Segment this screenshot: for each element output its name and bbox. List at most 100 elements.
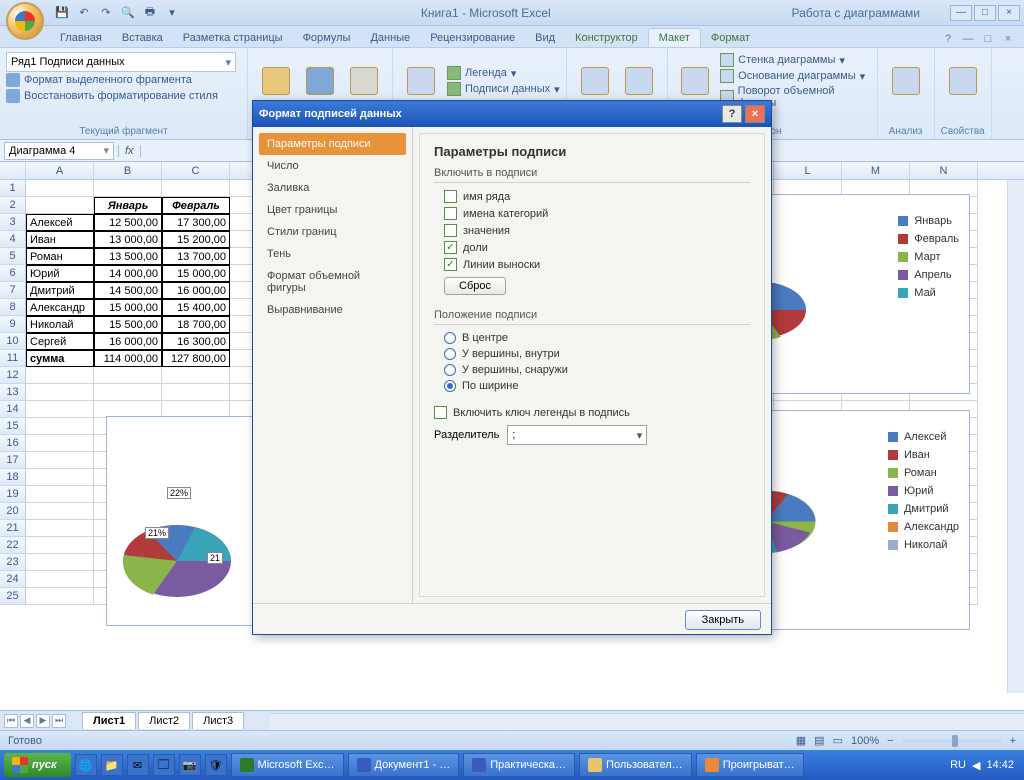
cell[interactable]: 15 500,00 xyxy=(94,316,162,333)
redo-icon[interactable]: ↷ xyxy=(98,5,114,21)
sheet-nav-next-icon[interactable]: ▶ xyxy=(36,714,50,728)
cell[interactable] xyxy=(26,180,94,197)
dialog-help-icon[interactable]: ? xyxy=(722,105,742,123)
cell[interactable]: 15 200,00 xyxy=(162,231,230,248)
print-preview-icon[interactable]: 🔍 xyxy=(120,5,136,21)
undo-icon[interactable]: ↶ xyxy=(76,5,92,21)
minimize-button[interactable]: — xyxy=(950,5,972,21)
nav-item-fill[interactable]: Заливка xyxy=(259,177,406,199)
cell[interactable]: 15 400,00 xyxy=(162,299,230,316)
row-header[interactable]: 14 xyxy=(0,401,26,418)
legend-item[interactable]: Дмитрий xyxy=(888,503,959,515)
cell[interactable]: 13 000,00 xyxy=(94,231,162,248)
col-header[interactable]: B xyxy=(94,162,162,179)
print-icon[interactable]: 🖶 xyxy=(142,5,158,21)
doc-close-icon[interactable]: × xyxy=(1000,31,1016,47)
sheet-tab[interactable]: Лист3 xyxy=(192,712,244,729)
legend-item[interactable]: Николай xyxy=(888,539,959,551)
tab-design[interactable]: Конструктор xyxy=(565,29,648,47)
row-header[interactable]: 11 xyxy=(0,350,26,367)
cell[interactable]: сумма xyxy=(26,350,94,367)
tray-icon[interactable]: ◀ xyxy=(972,759,980,772)
row-header[interactable]: 9 xyxy=(0,316,26,333)
cell[interactable]: 13 700,00 xyxy=(162,248,230,265)
cell[interactable]: Сергей xyxy=(26,333,94,350)
cell[interactable] xyxy=(94,384,162,401)
legend-button[interactable]: Легенда ▾ xyxy=(447,65,560,81)
chart-floor-button[interactable]: Основание диаграммы ▾ xyxy=(720,68,870,84)
legend-item[interactable]: Май xyxy=(898,287,959,299)
tab-review[interactable]: Рецензирование xyxy=(420,29,525,47)
radio[interactable] xyxy=(444,364,456,376)
cell[interactable]: 15 000,00 xyxy=(162,265,230,282)
legend-item[interactable]: Юрий xyxy=(888,485,959,497)
checkbox[interactable] xyxy=(444,207,457,220)
nav-item-alignment[interactable]: Выравнивание xyxy=(259,299,406,321)
view-layout-icon[interactable]: ▤ xyxy=(814,734,824,747)
reset-button[interactable]: Сброс xyxy=(444,277,506,295)
cell[interactable]: Иван xyxy=(26,231,94,248)
row-header[interactable]: 17 xyxy=(0,452,26,469)
lang-indicator[interactable]: RU xyxy=(950,759,966,771)
row-header[interactable]: 25 xyxy=(0,588,26,605)
quick-launch-icon[interactable]: 📁 xyxy=(101,754,123,776)
chart-wall-button[interactable]: Стенка диаграммы ▾ xyxy=(720,52,870,68)
fx-button[interactable]: fx xyxy=(118,145,141,157)
checkbox[interactable]: ✓ xyxy=(444,241,457,254)
cell[interactable] xyxy=(162,367,230,384)
cell[interactable]: 16 000,00 xyxy=(162,282,230,299)
radio[interactable] xyxy=(444,332,456,344)
legend-item[interactable]: Роман xyxy=(888,467,959,479)
chart-element-combo[interactable]: Ряд1 Подписи данных ▾ xyxy=(6,52,236,72)
cell[interactable] xyxy=(26,503,94,520)
taskbar-item[interactable]: Практическа… xyxy=(463,753,575,777)
cell[interactable] xyxy=(162,180,230,197)
data-label[interactable]: 21% xyxy=(145,527,169,539)
nav-item-3d-format[interactable]: Формат объемной фигуры xyxy=(259,265,406,299)
zoom-value[interactable]: 100% xyxy=(851,735,879,747)
cell[interactable] xyxy=(26,452,94,469)
cell[interactable]: 12 500,00 xyxy=(94,214,162,231)
dialog-titlebar[interactable]: Формат подписей данных ? × xyxy=(253,101,771,127)
radio[interactable] xyxy=(444,380,456,392)
col-header[interactable]: L xyxy=(774,162,842,179)
col-header[interactable]: M xyxy=(842,162,910,179)
nav-item-number[interactable]: Число xyxy=(259,155,406,177)
cell[interactable] xyxy=(26,469,94,486)
cell[interactable] xyxy=(26,554,94,571)
row-header[interactable]: 15 xyxy=(0,418,26,435)
row-header[interactable]: 7 xyxy=(0,282,26,299)
cell[interactable]: 18 700,00 xyxy=(162,316,230,333)
tab-insert[interactable]: Вставка xyxy=(112,29,173,47)
legend-item[interactable]: Апрель xyxy=(898,269,959,281)
cell[interactable]: Алексей xyxy=(26,214,94,231)
office-button[interactable] xyxy=(6,2,44,40)
cell[interactable] xyxy=(26,571,94,588)
checkbox[interactable]: ✓ xyxy=(444,258,457,271)
cell[interactable]: Дмитрий xyxy=(26,282,94,299)
properties-button[interactable] xyxy=(943,54,983,108)
cell[interactable] xyxy=(26,384,94,401)
cell[interactable]: 127 800,00 xyxy=(162,350,230,367)
cell[interactable]: 15 000,00 xyxy=(94,299,162,316)
tab-formulas[interactable]: Формулы xyxy=(293,29,361,47)
taskbar-item[interactable]: Документ1 - … xyxy=(348,753,460,777)
cell[interactable] xyxy=(26,401,94,418)
row-header[interactable]: 4 xyxy=(0,231,26,248)
doc-minimize-icon[interactable]: — xyxy=(960,31,976,47)
zoom-out-icon[interactable]: − xyxy=(887,735,893,747)
nav-item-shadow[interactable]: Тень xyxy=(259,243,406,265)
horizontal-scrollbar[interactable] xyxy=(270,713,1024,730)
cell[interactable]: 16 000,00 xyxy=(94,333,162,350)
cell[interactable]: Роман xyxy=(26,248,94,265)
col-header[interactable]: C xyxy=(162,162,230,179)
row-header[interactable]: 21 xyxy=(0,520,26,537)
view-pagebreak-icon[interactable]: ▭ xyxy=(833,734,843,747)
vertical-scrollbar[interactable] xyxy=(1007,180,1024,693)
clock[interactable]: 14:42 xyxy=(986,759,1014,771)
sheet-nav-prev-icon[interactable]: ◀ xyxy=(20,714,34,728)
format-selection-button[interactable]: Формат выделенного фрагмента xyxy=(6,72,241,88)
cell[interactable] xyxy=(26,486,94,503)
tab-page-layout[interactable]: Разметка страницы xyxy=(173,29,293,47)
taskbar-item[interactable]: Проигрыват… xyxy=(696,753,804,777)
